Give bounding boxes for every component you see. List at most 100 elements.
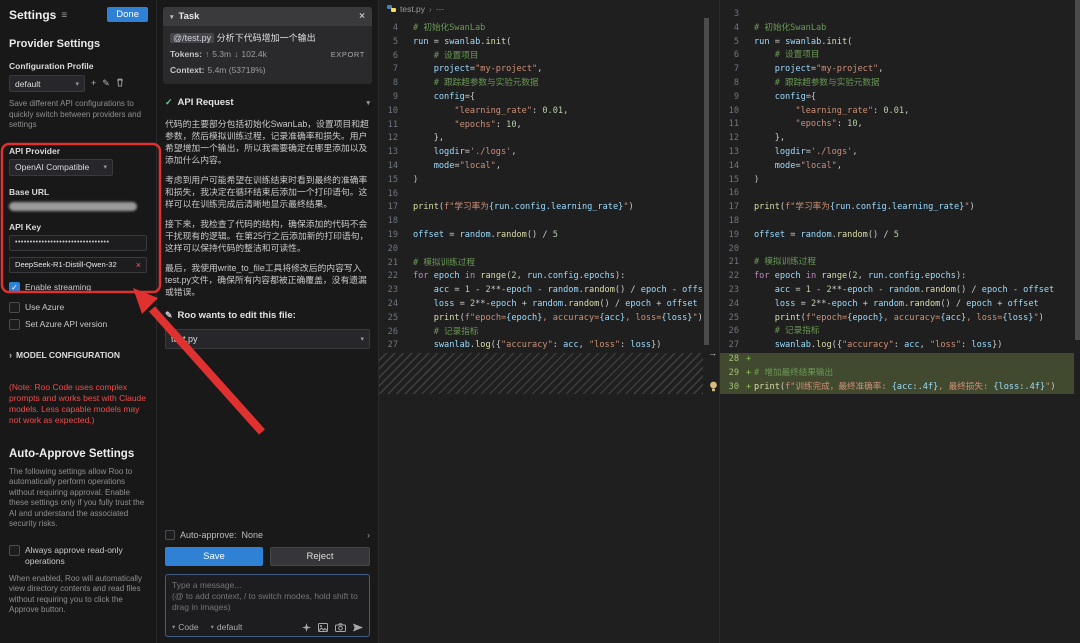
breadcrumb-file: test.py (400, 4, 425, 14)
profile-select[interactable]: default ▾ (9, 75, 85, 92)
code-line[interactable]: 5run = swanlab.init( (720, 36, 1074, 50)
auto-approve-row[interactable]: Auto-approve: None › (165, 530, 370, 540)
reject-button[interactable]: Reject (270, 547, 370, 566)
code-line[interactable]: 12 }, (379, 132, 703, 146)
line-number: 22 (379, 270, 405, 284)
api-key-field[interactable]: •••••••••••••••••••••••••••••••• (9, 235, 147, 251)
set-azure-checkbox[interactable] (9, 319, 20, 330)
code-line[interactable]: 24 loss = 2**-epoch + random.random() / … (720, 298, 1074, 312)
chevron-down-icon: ▾ (366, 99, 370, 107)
edit-file-value: test.py (171, 334, 198, 344)
code-line[interactable]: 13 logdir='./logs', (720, 146, 1074, 160)
api-request-row[interactable]: ✓ API Request ▾ (165, 97, 370, 108)
diff-added-marker (746, 8, 754, 22)
code-line[interactable]: 23 acc = 1 - 2**-epoch - random.random()… (379, 284, 703, 298)
api-config-select[interactable]: ▾ default (211, 622, 243, 632)
code-line[interactable]: 24 loss = 2**-epoch + random.random() / … (379, 298, 703, 312)
code-line[interactable]: 26 # 记录指标 (720, 325, 1074, 339)
model-field[interactable]: DeepSeek-R1-Distill-Qwen-32 × (9, 257, 147, 273)
lightbulb-icon[interactable] (709, 379, 718, 397)
enhance-prompt-icon[interactable] (302, 623, 311, 632)
mode-select[interactable]: ▾ Code (172, 622, 199, 632)
code-line[interactable]: 20 (379, 243, 703, 257)
code-line[interactable]: 17print(f"学习率为{run.config.learning_rate}… (379, 201, 703, 215)
code-line[interactable]: 15) (379, 174, 703, 188)
code-line[interactable]: 7 project="my-project", (379, 63, 703, 77)
edit-profile-icon[interactable]: ✎ (102, 79, 110, 88)
code-line[interactable]: 6 # 设置项目 (720, 49, 1074, 63)
chat-paragraph: 最后，我使用write_to_file工具将修改后的内容写入test.py文件，… (165, 262, 370, 298)
code-line[interactable]: 18 (379, 215, 703, 229)
code-text: # 跟踪超参数与实验元数据 (754, 77, 1074, 91)
breadcrumb[interactable]: test.py › ⋯ (379, 0, 709, 18)
code-line[interactable]: 27 swanlab.log({"accuracy": acc, "loss":… (720, 339, 1074, 353)
line-number: 16 (720, 187, 746, 201)
add-profile-icon[interactable]: + (91, 79, 96, 88)
code-line[interactable]: 4# 初始化SwanLab (720, 22, 1074, 36)
code-line[interactable]: 15) (720, 174, 1074, 188)
code-line[interactable]: 9 config={ (379, 91, 703, 105)
use-azure-checkbox[interactable] (9, 302, 20, 313)
message-input[interactable]: Type a message... (@ to add context, / t… (165, 574, 370, 637)
code-line[interactable]: 25 print(f"epoch={epoch}, accuracy={acc}… (720, 312, 1074, 326)
code-line[interactable]: 14 mode="local", (720, 160, 1074, 174)
code-line[interactable]: 21# 模拟训练过程 (379, 257, 703, 271)
code-line[interactable]: 11 "epochs": 10, (720, 118, 1074, 132)
code-line[interactable]: 30+print(f"训练完成，最终准确率: {acc:.4f}, 最终损失: … (720, 381, 1074, 395)
code-line[interactable]: 6 # 设置项目 (379, 50, 703, 64)
code-line[interactable]: 10 "learning_rate": 0.01, (379, 105, 703, 119)
clear-model-icon[interactable]: × (136, 260, 141, 270)
task-card-header[interactable]: ▾ Task × (163, 7, 372, 26)
code-text: # 模拟训练过程 (754, 256, 1074, 270)
code-line[interactable]: 8 # 跟踪超参数与实验元数据 (720, 77, 1074, 91)
scrollbar[interactable] (1075, 0, 1080, 340)
code-line[interactable]: 22for epoch in range(2, run.config.epoch… (379, 270, 703, 284)
code-line[interactable]: 25 print(f"epoch={epoch}, accuracy={acc}… (379, 312, 703, 326)
code-line[interactable]: 16 (720, 187, 1074, 201)
code-line[interactable]: 14 mode="local", (379, 160, 703, 174)
code-line[interactable]: 17print(f"学习率为{run.config.learning_rate}… (720, 201, 1074, 215)
code-line[interactable]: 22for epoch in range(2, run.config.epoch… (720, 270, 1074, 284)
diff-revert-arrow-icon[interactable]: → (709, 348, 717, 358)
code-line[interactable]: 27 swanlab.log({"accuracy": acc, "loss":… (379, 339, 703, 353)
code-line[interactable]: 11 "epochs": 10, (379, 119, 703, 133)
menu-icon[interactable]: ≡ (61, 10, 67, 21)
code-line[interactable]: 12 }, (720, 132, 1074, 146)
code-line[interactable]: 19offset = random.random() / 5 (720, 229, 1074, 243)
api-provider-select[interactable]: OpenAI Compatible ▾ (9, 159, 113, 176)
line-number: 9 (720, 91, 746, 105)
code-line[interactable]: 26 # 记录指标 (379, 326, 703, 340)
code-line[interactable]: 28+ (720, 353, 1074, 367)
file-mention-chip[interactable]: @/test.py (170, 33, 214, 43)
code-line[interactable]: 19offset = random.random() / 5 (379, 229, 703, 243)
enable-streaming-checkbox[interactable]: ✓ (9, 282, 20, 293)
edit-file-select[interactable]: test.py ▾ (165, 329, 370, 349)
code-line[interactable]: 7 project="my-project", (720, 63, 1074, 77)
always-approve-checkbox[interactable] (9, 545, 20, 556)
code-line[interactable]: 29+# 增加最终结果输出 (720, 367, 1074, 381)
delete-profile-icon[interactable] (116, 78, 124, 89)
code-line[interactable]: 23 acc = 1 - 2**-epoch - random.random()… (720, 284, 1074, 298)
diff-added-marker (405, 243, 413, 257)
code-line[interactable]: 16 (379, 188, 703, 202)
export-button[interactable]: EXPORT (331, 50, 365, 59)
code-line[interactable]: 20 (720, 243, 1074, 257)
done-button[interactable]: Done (107, 7, 148, 22)
image-icon[interactable] (318, 623, 328, 632)
code-line[interactable]: 3 (720, 8, 1074, 22)
model-configuration-toggle[interactable]: › MODEL CONFIGURATION (9, 350, 147, 360)
save-button[interactable]: Save (165, 547, 263, 566)
code-line[interactable]: 4# 初始化SwanLab (379, 22, 703, 36)
close-task-icon[interactable]: × (359, 11, 365, 22)
code-line[interactable]: 9 config={ (720, 91, 1074, 105)
code-line[interactable]: 21# 模拟训练过程 (720, 256, 1074, 270)
auto-approve-checkbox[interactable] (165, 530, 175, 540)
code-line[interactable]: 8 # 跟踪超参数与实验元数据 (379, 77, 703, 91)
camera-icon[interactable] (335, 623, 346, 632)
base-url-field-redacted[interactable] (9, 202, 137, 211)
send-icon[interactable] (353, 623, 363, 632)
code-line[interactable]: 10 "learning_rate": 0.01, (720, 105, 1074, 119)
code-line[interactable]: 5run = swanlab.init( (379, 36, 703, 50)
code-line[interactable]: 18 (720, 215, 1074, 229)
code-line[interactable]: 13 logdir='./logs', (379, 146, 703, 160)
